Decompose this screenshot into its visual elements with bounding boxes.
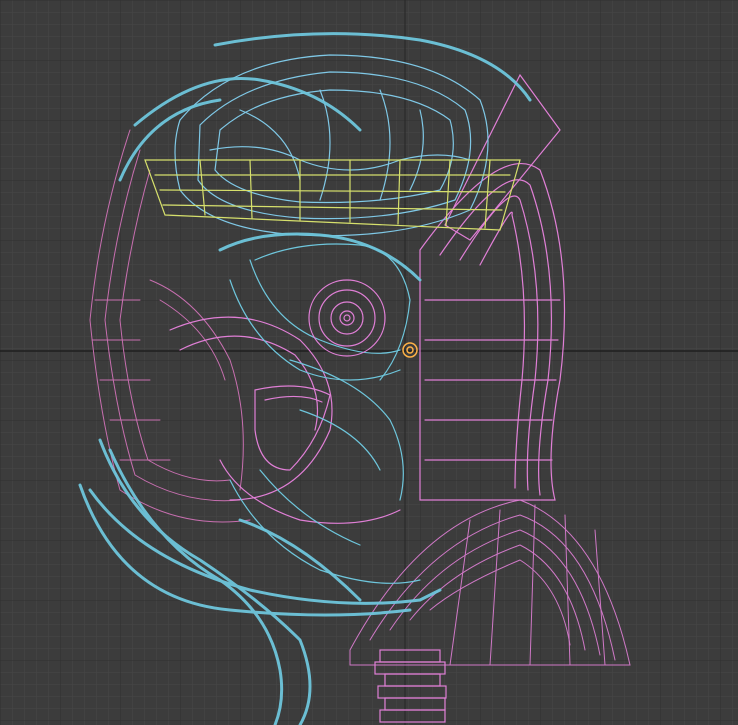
- 3d-viewport[interactable]: [0, 0, 738, 725]
- wireframe-scene[interactable]: [0, 0, 738, 725]
